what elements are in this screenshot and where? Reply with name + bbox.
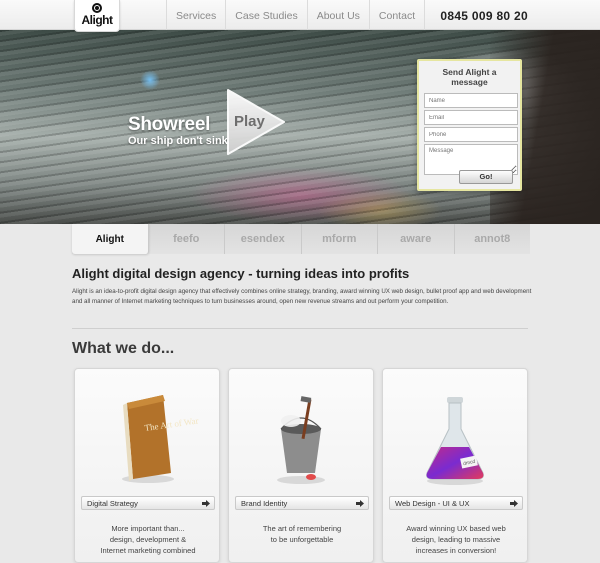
showreel-subtitle: Our ship don't sink <box>128 135 228 147</box>
email-field[interactable] <box>424 110 518 125</box>
intro-paragraph: Alight is an idea-to-profit digital desi… <box>72 288 532 305</box>
logo-icon <box>92 3 102 13</box>
section-divider <box>72 328 528 329</box>
logo-text: Alight <box>81 13 114 27</box>
client-alight[interactable]: Alight <box>72 224 149 254</box>
flask-icon: dmcd <box>426 397 484 485</box>
nav-about-us[interactable]: About Us <box>306 0 369 30</box>
main-nav: Services Case Studies About Us Contact <box>166 0 426 30</box>
client-logos: Alight feefo esendex mform aware annot8 <box>72 224 530 254</box>
phone-number: 0845 009 80 20 <box>440 9 528 23</box>
nav-case-studies[interactable]: Case Studies <box>225 0 306 30</box>
nav-contact[interactable]: Contact <box>368 0 426 30</box>
arrow-right-icon <box>355 499 365 507</box>
showreel-caption: Showreel Our ship don't sink <box>128 114 228 147</box>
digital-strategy-description: More important than... design, developme… <box>100 524 196 555</box>
client-esendex[interactable]: esendex <box>225 224 302 254</box>
service-card-brand-identity: Brand Identity The art of remembering to… <box>228 368 374 563</box>
nav-services[interactable]: Services <box>166 0 225 30</box>
hero-banner: Showreel Our ship don't sink Play Send A… <box>0 30 600 224</box>
web-design-description: Award winning UX based web design, leadi… <box>406 524 506 555</box>
brand-identity-label: Brand Identity <box>241 499 288 508</box>
logo[interactable]: Alight <box>74 0 120 32</box>
digital-strategy-button[interactable]: Digital Strategy <box>81 496 215 510</box>
arrow-right-icon <box>509 499 519 507</box>
brand-identity-button[interactable]: Brand Identity <box>235 496 369 510</box>
client-feefo[interactable]: feefo <box>149 224 225 254</box>
intro-heading: Alight digital design agency - turning i… <box>72 266 410 281</box>
play-label: Play <box>234 113 265 130</box>
what-we-do-heading: What we do... <box>72 340 175 357</box>
message-form: Send Alight a message Go! <box>417 59 522 191</box>
lens-flare <box>140 70 160 90</box>
service-card-web-design: dmcd Web Design - UI & UX Award winning … <box>382 368 528 563</box>
bucket-icon <box>277 396 325 484</box>
client-mform[interactable]: mform <box>302 224 378 254</box>
play-button[interactable]: Play <box>224 86 288 158</box>
showreel-title: Showreel <box>128 114 211 135</box>
book-icon: The Art of War <box>122 395 199 483</box>
digital-strategy-label: Digital Strategy <box>87 499 138 508</box>
web-design-button[interactable]: Web Design - UI & UX <box>389 496 523 510</box>
web-design-label: Web Design - UI & UX <box>395 499 470 508</box>
message-form-title: Send Alight a message <box>442 67 497 87</box>
client-annot8[interactable]: annot8 <box>455 224 531 254</box>
client-aware[interactable]: aware <box>378 224 455 254</box>
service-card-digital-strategy: The Art of War Digital Strategy More imp… <box>74 368 220 563</box>
go-button[interactable]: Go! <box>459 170 513 184</box>
brand-identity-description: The art of remembering to be unforgettab… <box>262 524 342 544</box>
arrow-right-icon <box>201 499 211 507</box>
name-field[interactable] <box>424 93 518 108</box>
phone-field[interactable] <box>424 127 518 142</box>
